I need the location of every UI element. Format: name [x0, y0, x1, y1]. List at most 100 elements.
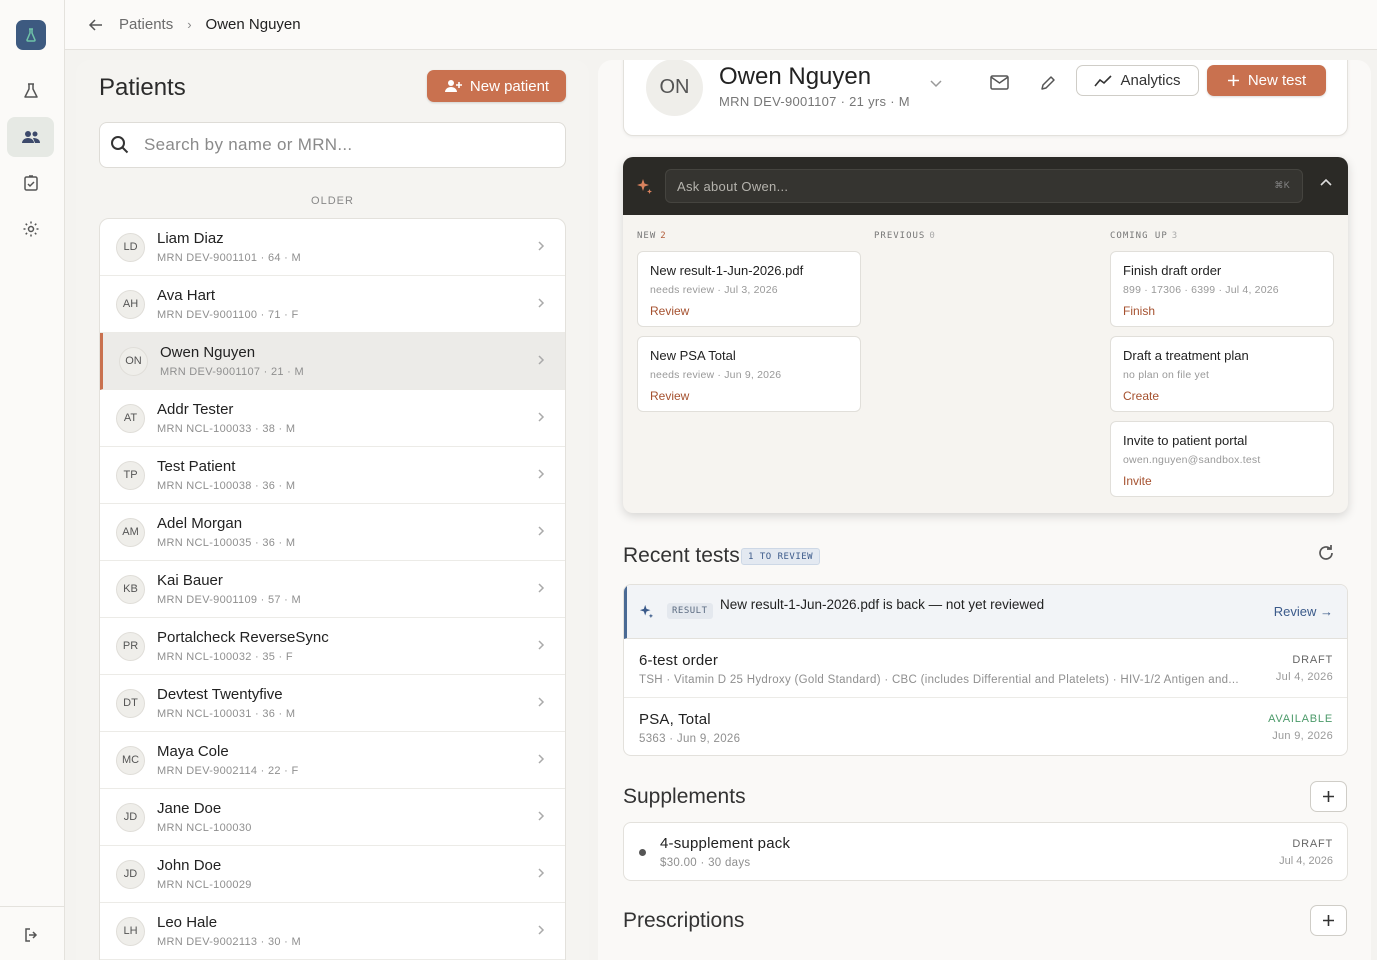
patient-row[interactable]: ON Owen Nguyen MRN DEV-9001107 · 21 · M [100, 333, 565, 390]
app-logo[interactable] [16, 20, 46, 50]
action-card[interactable]: Draft a treatment plan no plan on file ye… [1110, 336, 1334, 412]
column-coming-label: COMING UP [1110, 231, 1168, 241]
nav-labs[interactable] [7, 71, 54, 111]
action-card-link[interactable]: Review [650, 389, 848, 403]
test-meta: 5363 · Jun 9, 2026 [639, 733, 741, 745]
result-review-link[interactable]: Review → [1274, 604, 1333, 619]
sparkle-icon [637, 179, 652, 194]
action-card-meta: needs review · Jul 3, 2026 [650, 284, 778, 296]
patient-name: Adel Morgan [157, 515, 243, 532]
new-patient-button[interactable]: New patient [427, 70, 566, 102]
patient-row[interactable]: JD John Doe MRN NCL-100029 [100, 846, 565, 903]
action-card-title: Finish draft order [1123, 263, 1222, 278]
patient-info: Test Patient MRN NCL-100038 · 36 · M [157, 458, 295, 492]
patient-meta: MRN DEV-9001109 · 57 · M [157, 594, 301, 606]
patient-name: Jane Doe [157, 800, 222, 817]
action-card-meta: owen.nguyen@sandbox.test [1123, 454, 1261, 466]
result-banner[interactable]: RESULT New result-1-Jun-2026.pdf is back… [624, 585, 1347, 639]
patient-info: Ava Hart MRN DEV-9001100 · 71 · F [157, 287, 299, 321]
test-row[interactable]: 6-test order TSH · Vitamin D 25 Hydroxy (… [624, 639, 1347, 698]
supplement-meta: $30.00 · 30 days [660, 857, 751, 869]
action-card-link[interactable]: Create [1123, 389, 1321, 403]
add-supplement-button[interactable] [1310, 781, 1347, 812]
patient-header-card: ON Owen Nguyen MRN DEV-9001107 · 21 yrs … [623, 60, 1348, 136]
breadcrumb-patients[interactable]: Patients [119, 16, 173, 33]
patient-avatar: ON [646, 60, 703, 116]
chevron-right-icon [537, 638, 545, 656]
result-text: New result-1-Jun-2026.pdf is back — not … [720, 597, 1045, 612]
patient-row[interactable]: DT Devtest Twentyfive MRN NCL-100031 · 36 … [100, 675, 565, 732]
supplement-item[interactable]: 4-supplement pack $30.00 · 30 days DRAFT… [623, 822, 1348, 881]
sparkle-icon [639, 604, 654, 619]
patient-meta: MRN NCL-100029 [157, 879, 252, 891]
action-card[interactable]: Finish draft order 899 · 17306 · 6399 · J… [1110, 251, 1334, 327]
patient-avatar: AM [116, 517, 145, 547]
breadcrumb-current: Owen Nguyen [205, 16, 301, 33]
patient-search-input[interactable] [144, 135, 544, 155]
test-date: Jun 9, 2026 [1272, 730, 1333, 742]
recent-tests-title: Recent tests [623, 544, 740, 567]
patient-meta: MRN NCL-100035 · 36 · M [157, 537, 296, 549]
action-card-title: New PSA Total [650, 348, 736, 363]
test-name: 6-test order [639, 652, 719, 669]
nav-tasks[interactable] [7, 163, 54, 203]
patient-name: Kai Bauer [157, 572, 223, 589]
users-icon [21, 131, 40, 143]
patient-row[interactable]: KB Kai Bauer MRN DEV-9001109 · 57 · M [100, 561, 565, 618]
action-card-meta: 899 · 17306 · 6399 · Jul 4, 2026 [1123, 284, 1279, 296]
action-card-link[interactable]: Invite [1123, 474, 1321, 488]
patient-row[interactable]: LH Leo Hale MRN DEV-9002113 · 30 · M [100, 903, 565, 960]
patient-name: Owen Nguyen [160, 344, 256, 361]
action-card[interactable]: Invite to patient portal owen.nguyen@sand… [1110, 421, 1334, 497]
action-card[interactable]: New PSA Total needs review · Jun 9, 2026 R… [637, 336, 861, 412]
patient-detail-panel: ON Owen Nguyen MRN DEV-9001107 · 21 yrs … [598, 60, 1371, 960]
patient-row[interactable]: AH Ava Hart MRN DEV-9001100 · 71 · F [100, 276, 565, 333]
action-card-title: Invite to patient portal [1123, 433, 1248, 448]
ask-input[interactable]: Ask about Owen... ⌘K [665, 169, 1303, 203]
plus-icon [1227, 75, 1239, 86]
patient-row[interactable]: JD Jane Doe MRN NCL-100030 [100, 789, 565, 846]
refresh-button[interactable] [1317, 544, 1335, 567]
nav-patients[interactable] [7, 117, 54, 157]
gear-icon [23, 221, 38, 237]
chevron-right-icon [537, 353, 545, 371]
action-card-meta: needs review · Jun 9, 2026 [650, 369, 782, 381]
add-prescription-button[interactable] [1310, 905, 1347, 936]
patient-switch-chevron-icon[interactable] [930, 75, 942, 93]
patient-avatar: JD [116, 802, 145, 832]
new-test-button[interactable]: New test [1207, 65, 1326, 96]
column-previous-count: 0 [929, 231, 936, 241]
column-coming-header: COMING UP 3 [1110, 231, 1178, 241]
trend-icon [1094, 74, 1113, 87]
patient-name: Liam Diaz [157, 230, 224, 247]
new-test-label: New test [1247, 72, 1307, 89]
patient-row[interactable]: AM Adel Morgan MRN NCL-100035 · 36 · M [100, 504, 565, 561]
patient-row[interactable]: PR Portalcheck ReverseSync MRN NCL-100032 … [100, 618, 565, 675]
patient-avatar: KB [116, 574, 145, 604]
patient-row[interactable]: TP Test Patient MRN NCL-100038 · 36 · M [100, 447, 565, 504]
ask-shortcut: ⌘K [1274, 180, 1290, 190]
patient-avatar: ON [119, 346, 148, 376]
test-row[interactable]: PSA, Total 5363 · Jun 9, 2026 AVAILABLE Jun… [624, 698, 1347, 755]
nav-logout[interactable] [7, 915, 54, 955]
chevron-up-icon[interactable] [1320, 178, 1332, 186]
top-bar: Patients › Owen Nguyen [65, 0, 1377, 50]
recent-tests-list: RESULT New result-1-Jun-2026.pdf is back… [623, 584, 1348, 756]
patient-row[interactable]: LD Liam Diaz MRN DEV-9001101 · 64 · M [100, 219, 565, 276]
analytics-button[interactable]: Analytics [1076, 65, 1199, 96]
action-card[interactable]: New result-1-Jun-2026.pdf needs review · … [637, 251, 861, 327]
patients-panel: Patients New patient OLDER LD Liam Diaz MR… [76, 60, 589, 960]
back-button[interactable] [85, 14, 107, 36]
patient-meta: MRN DEV-9002113 · 30 · M [157, 936, 301, 948]
action-card-title: Draft a treatment plan [1123, 348, 1249, 363]
patient-row[interactable]: MC Maya Cole MRN DEV-9002114 · 22 · F [100, 732, 565, 789]
nav-settings[interactable] [7, 209, 54, 249]
action-card-link[interactable]: Finish [1123, 304, 1321, 318]
email-button[interactable] [986, 69, 1014, 97]
action-card-link[interactable]: Review [650, 304, 848, 318]
chevron-right-icon [537, 239, 545, 257]
test-status: DRAFT [1292, 654, 1333, 666]
edit-button[interactable] [1034, 69, 1062, 97]
patient-row[interactable]: AT Addr Tester MRN NCL-100033 · 38 · M [100, 390, 565, 447]
patient-info: Addr Tester MRN NCL-100033 · 38 · M [157, 401, 295, 435]
